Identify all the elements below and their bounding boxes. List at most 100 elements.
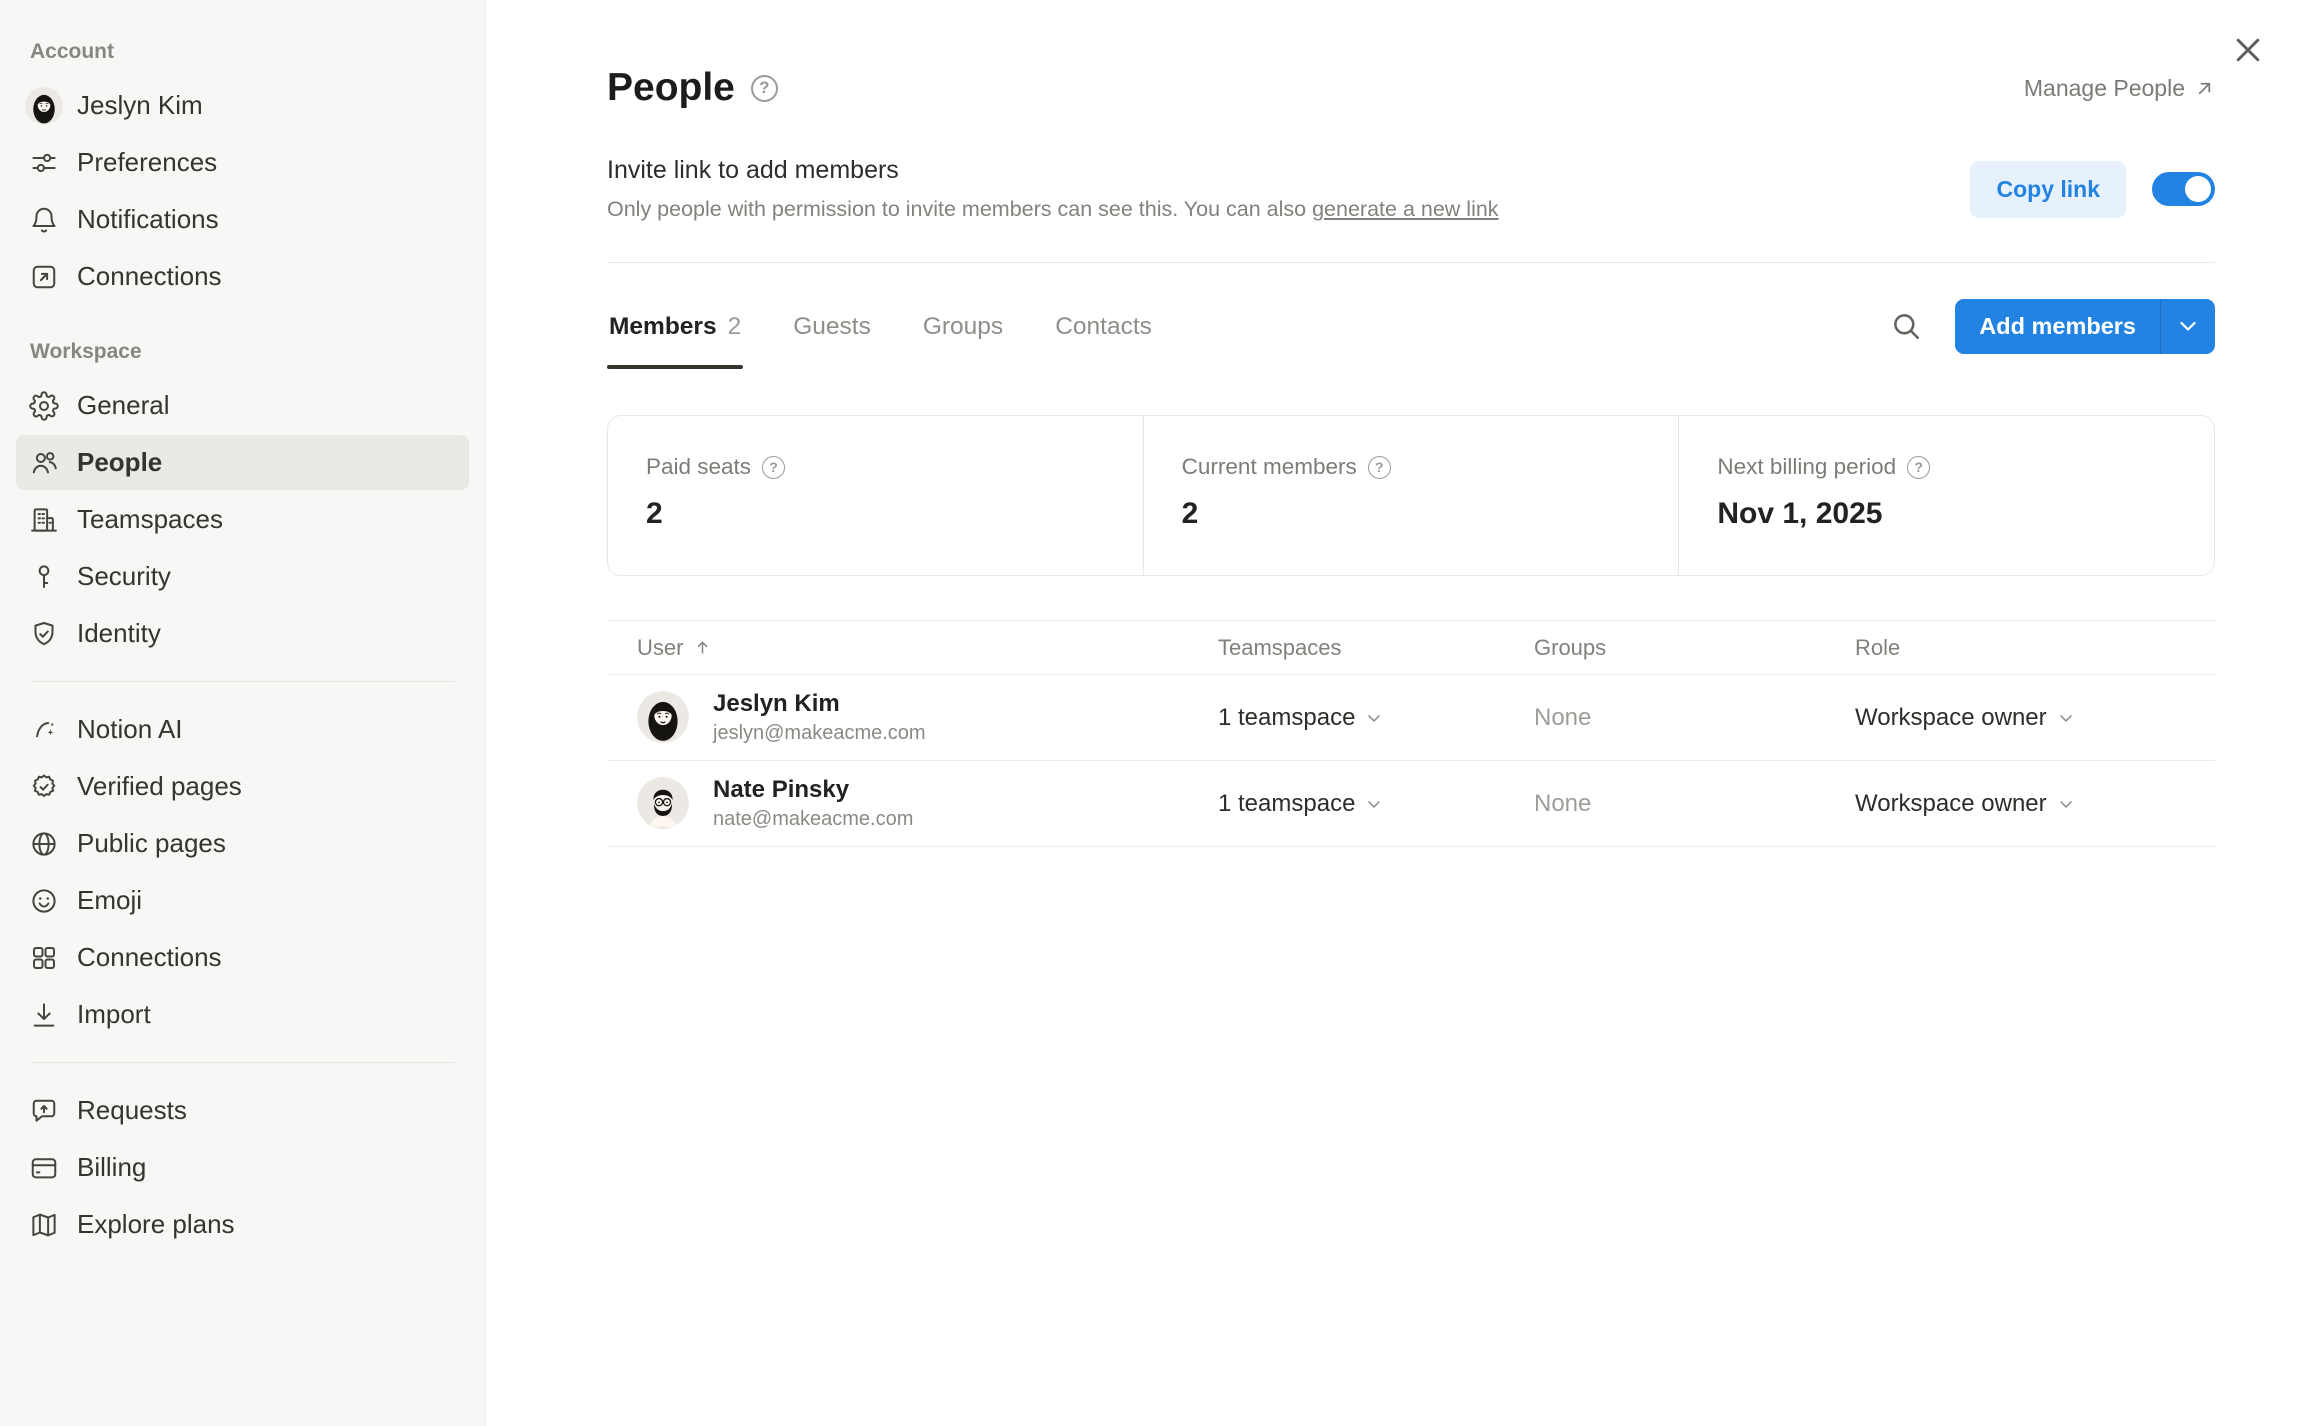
- request-bubble-icon: [29, 1096, 59, 1126]
- shield-check-icon: [29, 619, 59, 649]
- sidebar-divider: [30, 681, 455, 682]
- people-icon: [29, 448, 59, 478]
- sidebar-item-verified-pages[interactable]: Verified pages: [16, 759, 469, 814]
- sidebar-item-account-profile[interactable]: Jeslyn Kim: [16, 78, 469, 133]
- generate-new-link[interactable]: generate a new link: [1312, 197, 1498, 221]
- tab-groups[interactable]: Groups: [921, 283, 1005, 369]
- chevron-down-icon: [2176, 314, 2200, 338]
- search-icon: [1889, 309, 1923, 343]
- map-icon: [29, 1210, 59, 1240]
- building-icon: [29, 505, 59, 535]
- chevron-down-icon: [2056, 708, 2076, 728]
- sidebar-item-people[interactable]: People: [16, 435, 469, 490]
- teamspaces-dropdown[interactable]: 1 teamspace: [1218, 790, 1534, 818]
- sidebar-item-identity[interactable]: Identity: [16, 606, 469, 661]
- sidebar-item-label: Verified pages: [77, 771, 242, 802]
- role-dropdown[interactable]: Workspace owner: [1855, 704, 2215, 732]
- add-members-button[interactable]: Add members: [1955, 299, 2215, 354]
- globe-icon: [29, 829, 59, 859]
- sidebar-item-billing[interactable]: Billing: [16, 1140, 469, 1195]
- add-members-dropdown[interactable]: [2160, 299, 2215, 354]
- notion-ai-icon: [29, 715, 59, 745]
- manage-people-link[interactable]: Manage People: [2024, 75, 2215, 102]
- user-cell: Jeslyn Kim jeslyn@makeacme.com: [607, 690, 1218, 746]
- sidebar-item-label: Notion AI: [77, 714, 183, 745]
- sidebar-item-label: Connections: [77, 261, 222, 292]
- sidebar-item-label: Security: [77, 561, 171, 592]
- divider: [607, 262, 2215, 263]
- stat-value: 2: [1182, 497, 1679, 531]
- column-user-sort[interactable]: User: [607, 635, 1218, 661]
- table-row[interactable]: Nate Pinsky nate@makeacme.com 1 teamspac…: [607, 761, 2215, 847]
- gear-icon: [29, 391, 59, 421]
- chevron-down-icon: [2056, 794, 2076, 814]
- sidebar-item-label: Explore plans: [77, 1209, 235, 1240]
- stat-paid-seats: Paid seats 2: [608, 416, 1143, 575]
- sidebar-item-notion-ai[interactable]: Notion AI: [16, 702, 469, 757]
- tab-members[interactable]: Members 2: [607, 283, 743, 369]
- sidebar-item-label: Jeslyn Kim: [77, 90, 203, 121]
- help-icon[interactable]: [751, 75, 778, 102]
- credit-card-icon: [29, 1153, 59, 1183]
- badge-check-icon: [29, 772, 59, 802]
- add-members-label: Add members: [1955, 299, 2160, 354]
- arrow-out-box-icon: [29, 262, 59, 292]
- teamspaces-dropdown[interactable]: 1 teamspace: [1218, 704, 1534, 732]
- stat-value: 2: [646, 497, 1143, 531]
- help-icon[interactable]: [1907, 456, 1930, 479]
- sidebar-item-general[interactable]: General: [16, 378, 469, 433]
- sidebar-item-import[interactable]: Import: [16, 987, 469, 1042]
- sidebar-item-emoji[interactable]: Emoji: [16, 873, 469, 928]
- settings-sidebar: Account Jeslyn Kim Preferences Notificat…: [0, 0, 486, 1426]
- user-cell: Nate Pinsky nate@makeacme.com: [607, 776, 1218, 832]
- sidebar-item-connections-account[interactable]: Connections: [16, 249, 469, 304]
- sidebar-item-requests[interactable]: Requests: [16, 1083, 469, 1138]
- smiley-icon: [29, 886, 59, 916]
- sidebar-item-connections-workspace[interactable]: Connections: [16, 930, 469, 985]
- sidebar-item-public-pages[interactable]: Public pages: [16, 816, 469, 871]
- sidebar-item-label: Identity: [77, 618, 161, 649]
- sidebar-item-explore-plans[interactable]: Explore plans: [16, 1197, 469, 1252]
- grid-icon: [29, 943, 59, 973]
- members-count-badge: 2: [728, 313, 742, 341]
- sliders-icon: [29, 148, 59, 178]
- help-icon[interactable]: [762, 456, 785, 479]
- sidebar-item-label: Emoji: [77, 885, 142, 916]
- sidebar-item-notifications[interactable]: Notifications: [16, 192, 469, 247]
- sidebar-item-teamspaces[interactable]: Teamspaces: [16, 492, 469, 547]
- sidebar-item-preferences[interactable]: Preferences: [16, 135, 469, 190]
- people-settings-panel: People Manage People Invite link to add …: [486, 0, 2298, 1426]
- groups-value: None: [1534, 704, 1855, 732]
- member-email: nate@makeacme.com: [713, 808, 913, 831]
- sidebar-item-label: Teamspaces: [77, 504, 223, 535]
- sidebar-item-security[interactable]: Security: [16, 549, 469, 604]
- toggle-knob: [2185, 176, 2211, 202]
- sidebar-item-label: Preferences: [77, 147, 217, 178]
- member-tabs: Members 2 Guests Groups Contacts: [607, 283, 1154, 369]
- page-title: People: [607, 66, 778, 110]
- invite-link-toggle[interactable]: [2152, 172, 2215, 206]
- column-role: Role: [1855, 635, 2215, 661]
- close-icon: [2230, 32, 2266, 68]
- chevron-down-icon: [1364, 794, 1384, 814]
- member-name: Jeslyn Kim: [713, 690, 926, 719]
- help-icon[interactable]: [1368, 456, 1391, 479]
- table-header: User Teamspaces Groups Role: [607, 620, 2215, 675]
- sidebar-item-label: Billing: [77, 1152, 146, 1183]
- search-button[interactable]: [1889, 309, 1923, 343]
- copy-link-button[interactable]: Copy link: [1970, 161, 2126, 218]
- table-row[interactable]: Jeslyn Kim jeslyn@makeacme.com 1 teamspa…: [607, 675, 2215, 761]
- tab-contacts[interactable]: Contacts: [1053, 283, 1154, 369]
- tab-guests[interactable]: Guests: [791, 283, 873, 369]
- avatar: [637, 691, 689, 743]
- sidebar-item-label: Connections: [77, 942, 222, 973]
- sort-arrow-up-icon: [693, 638, 712, 657]
- member-name: Nate Pinsky: [713, 776, 913, 805]
- stat-value: Nov 1, 2025: [1717, 497, 2214, 531]
- role-dropdown[interactable]: Workspace owner: [1855, 790, 2215, 818]
- sidebar-item-label: People: [77, 447, 162, 478]
- close-button[interactable]: [2230, 32, 2266, 68]
- sidebar-divider: [30, 1062, 455, 1063]
- sidebar-item-label: Requests: [77, 1095, 187, 1126]
- chevron-down-icon: [1364, 708, 1384, 728]
